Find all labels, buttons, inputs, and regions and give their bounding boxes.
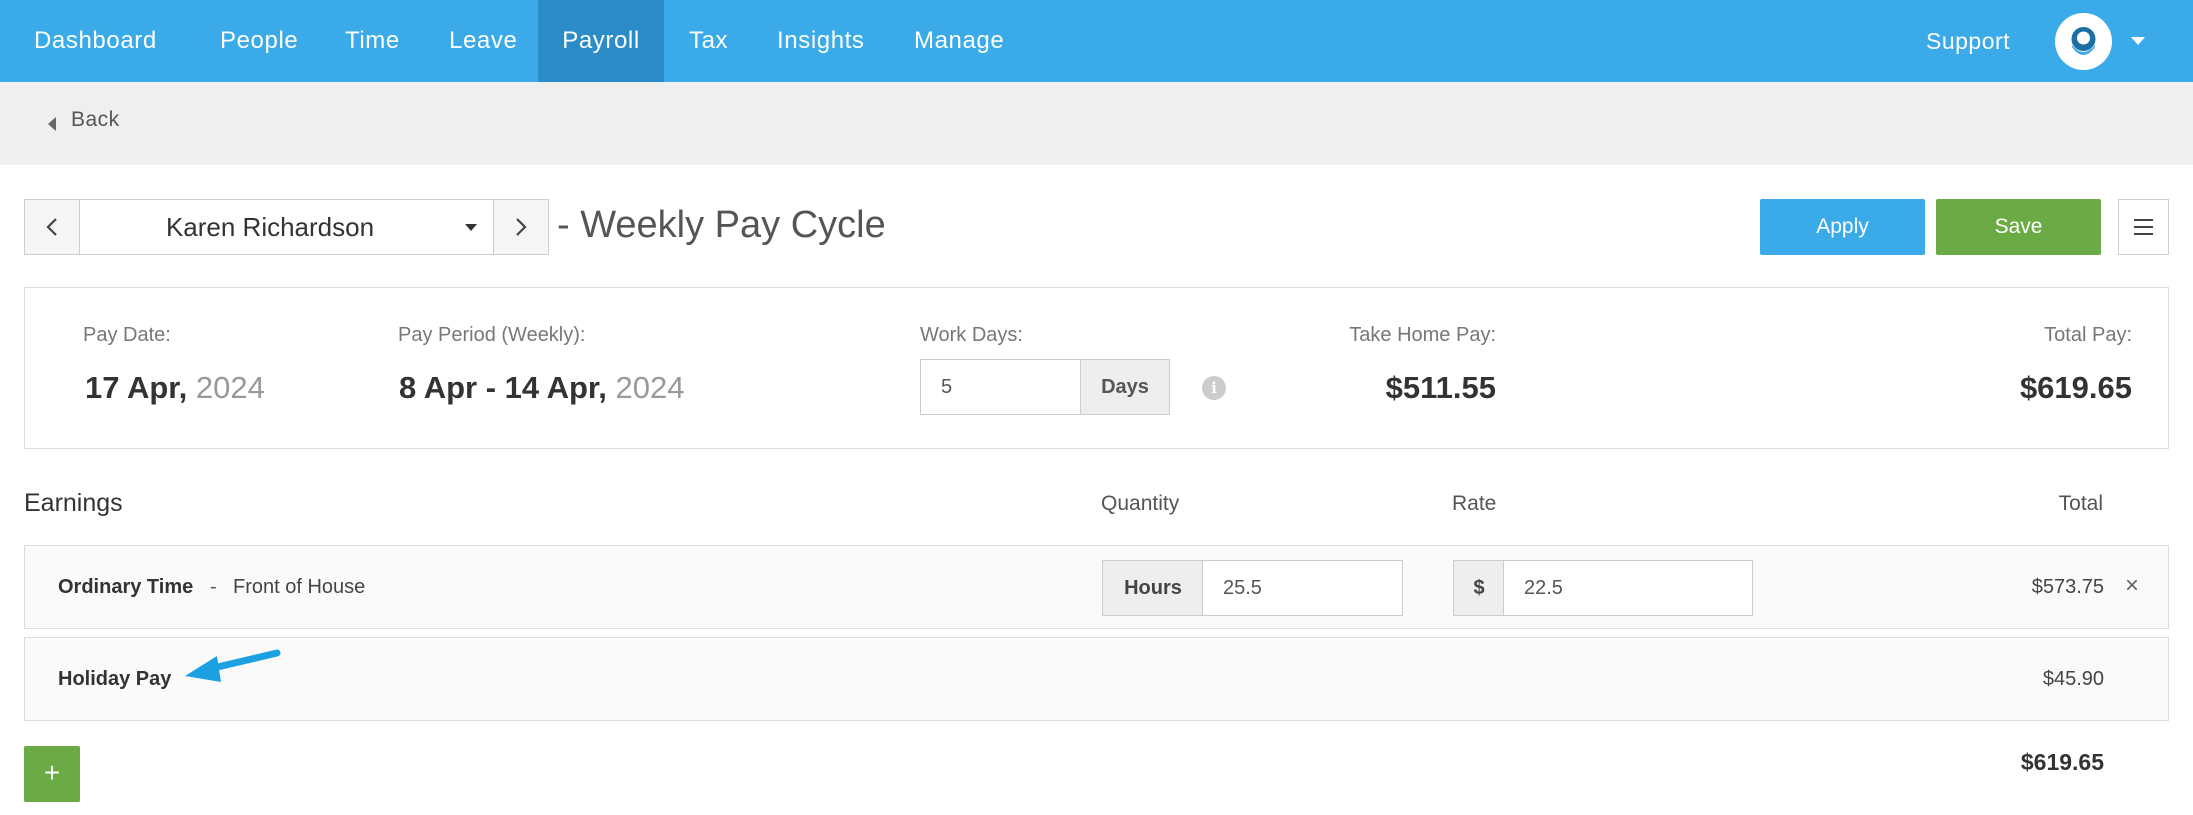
- rate-column-header: Rate: [1452, 492, 1497, 515]
- quantity-column-header: Quantity: [1101, 492, 1180, 515]
- quantity-input[interactable]: 25.5: [1202, 560, 1403, 616]
- next-employee-button[interactable]: [493, 199, 549, 255]
- pay-period-range: 8 Apr - 14 Apr,: [399, 370, 607, 405]
- work-days-label: Work Days:: [920, 324, 1023, 346]
- info-icon[interactable]: i: [1202, 376, 1226, 400]
- back-bar: Back: [0, 82, 2193, 165]
- pay-cycle-title: - Weekly Pay Cycle: [557, 204, 886, 246]
- apply-button[interactable]: Apply: [1760, 199, 1925, 255]
- earning-row-holiday-pay: Holiday Pay $45.90: [24, 637, 2169, 721]
- support-link[interactable]: Support: [1926, 0, 2010, 82]
- pay-period-year: 2024: [615, 370, 685, 405]
- user-avatar-icon[interactable]: [2055, 13, 2112, 70]
- earnings-title: Earnings: [24, 489, 123, 517]
- work-days-input[interactable]: 5: [920, 359, 1081, 415]
- take-home-label: Take Home Pay:: [1349, 324, 1496, 346]
- pay-period-label: Pay Period (Weekly):: [398, 324, 586, 346]
- earning-department: Front of House: [233, 576, 366, 598]
- pay-date-label: Pay Date:: [83, 324, 171, 346]
- chevron-down-icon: [465, 224, 477, 231]
- nav-leave[interactable]: Leave: [449, 0, 517, 82]
- earning-type-label: Holiday Pay: [58, 668, 172, 690]
- earning-separator: -: [210, 576, 217, 598]
- nav-people[interactable]: People: [220, 0, 298, 82]
- row-total: $573.75: [2031, 576, 2104, 598]
- total-pay-value: $619.65: [2019, 370, 2132, 405]
- more-menu-button[interactable]: [2118, 199, 2169, 255]
- chevron-left-icon: [46, 218, 57, 236]
- rate-value: 22.5: [1524, 577, 1563, 599]
- pay-period-value: 8 Apr - 14 Apr, 2024: [399, 370, 684, 406]
- take-home-value: $511.55: [1385, 370, 1496, 405]
- account-menu-chevron-down-icon[interactable]: [2131, 37, 2145, 45]
- save-button[interactable]: Save: [1936, 199, 2101, 255]
- nav-payroll[interactable]: Payroll: [538, 0, 664, 82]
- nav-insights[interactable]: Insights: [777, 0, 865, 82]
- earnings-grand-total: $619.65: [2020, 749, 2104, 775]
- remove-row-close-icon[interactable]: ×: [2125, 572, 2139, 600]
- row-total: $45.90: [2042, 668, 2104, 690]
- chevron-right-icon: [516, 218, 527, 236]
- pay-summary-card: Pay Date: 17 Apr, 2024 Pay Period (Weekl…: [24, 287, 2169, 449]
- back-caret-icon: [48, 117, 56, 131]
- rate-input[interactable]: 22.5: [1503, 560, 1753, 616]
- nav-tax[interactable]: Tax: [689, 0, 728, 82]
- top-nav: Dashboard People Time Leave Payroll Tax …: [0, 0, 2193, 82]
- work-days-unit: Days: [1080, 359, 1170, 415]
- pay-date-value: 17 Apr, 2024: [85, 370, 265, 406]
- pay-date-year: 2024: [195, 370, 265, 405]
- work-days-value: 5: [941, 376, 953, 398]
- quantity-value: 25.5: [1223, 577, 1262, 599]
- back-link[interactable]: Back: [71, 108, 120, 132]
- currency-unit: $: [1453, 560, 1505, 616]
- hours-unit: Hours: [1102, 560, 1204, 616]
- annotation-arrow-icon: [185, 649, 281, 682]
- nav-dashboard[interactable]: Dashboard: [34, 0, 157, 82]
- total-pay-label: Total Pay:: [2044, 324, 2132, 346]
- employee-select[interactable]: Karen Richardson: [79, 199, 494, 255]
- nav-time[interactable]: Time: [345, 0, 400, 82]
- employee-name: Karen Richardson: [165, 212, 375, 242]
- add-earning-button[interactable]: +: [24, 746, 80, 802]
- total-column-header: Total: [2058, 492, 2103, 515]
- nav-manage[interactable]: Manage: [914, 0, 1004, 82]
- earning-row-ordinary-time: Ordinary Time - Front of House Hours 25.…: [24, 545, 2169, 629]
- pay-date-day: 17 Apr,: [85, 370, 188, 405]
- earning-type-label: Ordinary Time: [58, 576, 194, 598]
- previous-employee-button[interactable]: [24, 199, 80, 255]
